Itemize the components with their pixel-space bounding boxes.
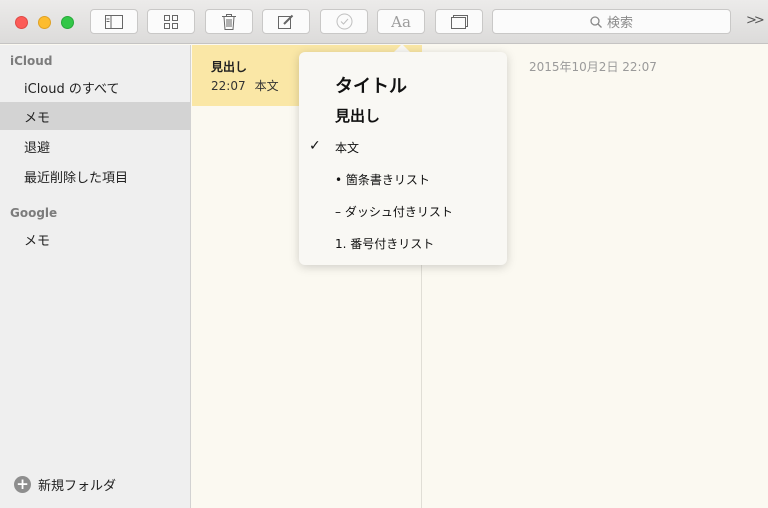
sidebar-item-label: iCloud のすべて xyxy=(24,81,120,97)
sidebar-item-label: メモ xyxy=(24,110,51,126)
attachments-browser-button[interactable] xyxy=(147,9,195,34)
sidebar-item-recently-deleted[interactable]: 最近削除した項目 xyxy=(0,162,190,190)
sidebar-item-label: メモ xyxy=(24,233,51,249)
checklist-button[interactable] xyxy=(320,9,368,34)
section-header-google: Google xyxy=(10,206,58,220)
style-option-dashed-list[interactable]: – ダッシュ付きリスト xyxy=(335,203,453,220)
checkmark-circle-icon xyxy=(336,13,352,30)
section-header-icloud: iCloud xyxy=(10,54,53,68)
search-icon xyxy=(590,15,602,28)
checkmark-icon: ✓ xyxy=(309,138,321,154)
zoom-window-button[interactable] xyxy=(61,16,74,29)
sidebar: iCloud iCloud のすべて メモ 退避 最近削除した項目 Google… xyxy=(0,45,191,508)
grid-icon xyxy=(164,14,178,29)
search-input[interactable]: 検索 xyxy=(492,9,731,34)
note-date: 2015年10月2日 22:07 xyxy=(529,60,657,74)
note-preview: 本文 xyxy=(254,79,279,93)
style-option-body[interactable]: 本文 xyxy=(335,139,359,156)
close-window-button[interactable] xyxy=(15,16,28,29)
note-meta: 22:07 本文 xyxy=(211,77,279,94)
minimize-window-button[interactable] xyxy=(38,16,51,29)
new-note-button[interactable] xyxy=(262,9,310,34)
sidebar-icon xyxy=(105,14,123,29)
new-folder-label: 新規フォルダ xyxy=(38,479,117,494)
text-style-icon: Aa xyxy=(391,12,411,31)
new-folder-button[interactable]: + 新規フォルダ xyxy=(14,475,116,494)
sidebar-item-label: 最近削除した項目 xyxy=(24,170,129,186)
attachment-button[interactable] xyxy=(435,9,483,34)
trash-icon xyxy=(222,13,236,30)
style-option-heading[interactable]: 見出し xyxy=(335,105,380,126)
sidebar-item-archive[interactable]: 退避 xyxy=(0,132,190,160)
sidebar-item-icloud-all[interactable]: iCloud のすべて xyxy=(0,73,190,101)
sidebar-item-notes-icloud[interactable]: メモ xyxy=(0,102,190,130)
compose-icon xyxy=(278,14,294,29)
sidebar-item-notes-google[interactable]: メモ xyxy=(0,225,190,253)
sidebar-item-label: 退避 xyxy=(24,140,51,156)
toolbar-overflow-chevron-icon[interactable]: >> xyxy=(746,13,765,28)
format-button[interactable]: Aa xyxy=(377,9,425,34)
search-placeholder: 検索 xyxy=(606,16,633,31)
delete-button[interactable] xyxy=(205,9,253,34)
plus-circle-icon: + xyxy=(14,476,31,493)
window-icon xyxy=(450,14,468,29)
note-title: 見出し xyxy=(211,60,248,74)
sidebar-toggle-button[interactable] xyxy=(90,9,138,34)
note-time: 22:07 xyxy=(211,79,246,93)
toolbar: Aa 検索 >> xyxy=(0,0,768,44)
style-option-bulleted-list[interactable]: • 箇条書きリスト xyxy=(335,171,430,188)
style-option-title[interactable]: タイトル xyxy=(335,72,407,98)
style-option-numbered-list[interactable]: 1. 番号付きリスト xyxy=(335,235,434,252)
format-popover: タイトル 見出し ✓ 本文 • 箇条書きリスト – ダッシュ付きリスト 1. 番… xyxy=(299,52,507,265)
